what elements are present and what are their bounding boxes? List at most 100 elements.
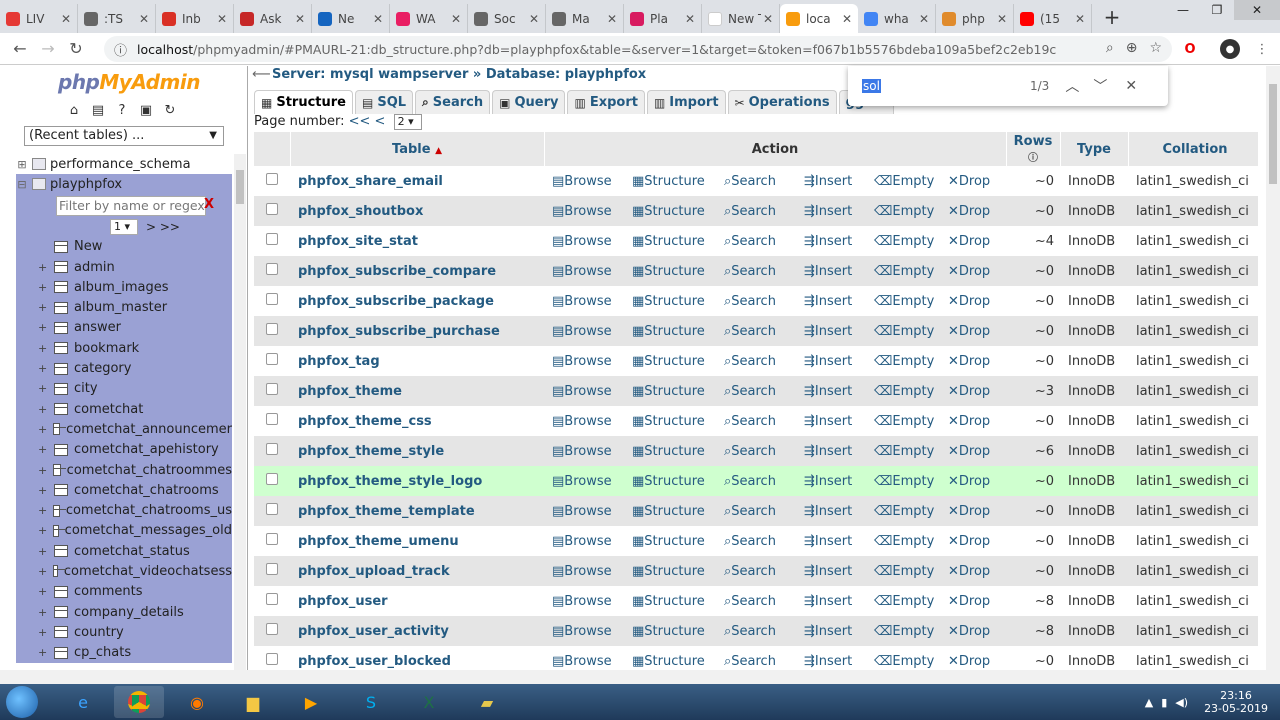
find-icon[interactable]: ⌕ [1106, 40, 1114, 56]
row-checkbox[interactable] [266, 653, 278, 665]
tab-close-icon[interactable]: ✕ [295, 12, 305, 26]
table-row[interactable]: phpfox_user_blocked ▤ Browse ▦ Structure ⌕ Sea… [254, 646, 1258, 670]
action-structure-link[interactable]: ▦ Structure [624, 474, 716, 489]
sql-query-icon[interactable]: ▤ [90, 102, 106, 118]
tree-table-item[interactable]: + cometchat_videochatsess [16, 561, 232, 581]
row-checkbox[interactable] [266, 173, 278, 185]
tree-table-item[interactable]: + cometchat_chatrooms [16, 480, 232, 500]
action-browse-link[interactable]: ▤ Browse [544, 324, 624, 339]
action-empty-link[interactable]: ⌫ Empty [866, 534, 940, 549]
app-taskbar-icon[interactable]: ▰ [462, 686, 512, 718]
table-column-header[interactable]: Table ▲ [290, 132, 545, 166]
tree-table-item[interactable]: + cp_chats [16, 643, 232, 663]
tab-close-icon[interactable]: ✕ [451, 12, 461, 26]
browser-tab[interactable]: New Ta✕ [702, 4, 780, 33]
action-browse-link[interactable]: ▤ Browse [544, 534, 624, 549]
action-insert-link[interactable]: ⇶ Insert [796, 654, 866, 669]
tab-close-icon[interactable]: ✕ [373, 12, 383, 26]
collation-column-header[interactable]: Collation [1128, 132, 1259, 166]
expand-icon[interactable]: + [38, 443, 48, 456]
row-checkbox[interactable] [266, 503, 278, 515]
action-search-link[interactable]: ⌕ Search [716, 384, 796, 399]
expand-icon[interactable]: + [38, 606, 48, 619]
network-icon[interactable]: ▮ [1161, 696, 1167, 709]
action-insert-link[interactable]: ⇶ Insert [796, 384, 866, 399]
action-browse-link[interactable]: ▤ Browse [544, 624, 624, 639]
action-drop-link[interactable]: ✕ Drop [940, 414, 1006, 429]
table-row[interactable]: phpfox_subscribe_purchase ▤ Browse ▦ Structu… [254, 316, 1258, 346]
recent-tables-select[interactable]: (Recent tables) ... ▼ [24, 126, 224, 146]
table-row[interactable]: phpfox_theme_umenu ▤ Browse ▦ Structure ⌕ Sear… [254, 526, 1258, 556]
opera-extension-icon[interactable]: O [1180, 39, 1200, 59]
media-player-taskbar-icon[interactable]: ▶ [286, 686, 336, 718]
tab-close-icon[interactable]: ✕ [139, 12, 149, 26]
tree-item-new[interactable]: New [16, 237, 232, 257]
breadcrumb-server[interactable]: Server: mysql wampserver [272, 67, 468, 82]
action-empty-link[interactable]: ⌫ Empty [866, 594, 940, 609]
action-search-link[interactable]: ⌕ Search [716, 654, 796, 669]
tree-table-item[interactable]: + cometchat_announcemer [16, 419, 232, 439]
action-structure-link[interactable]: ▦ Structure [624, 294, 716, 309]
page-select[interactable]: 1 ▾ [110, 218, 138, 235]
action-structure-link[interactable]: ▦ Structure [624, 324, 716, 339]
action-drop-link[interactable]: ✕ Drop [940, 534, 1006, 549]
tree-table-item[interactable]: + category [16, 358, 232, 378]
tree-table-item[interactable]: + comments [16, 582, 232, 602]
expand-icon[interactable]: + [38, 403, 48, 416]
browser-tab[interactable]: Inb ✕ [156, 4, 234, 33]
help-icon[interactable]: ⓘ [1028, 153, 1038, 164]
row-checkbox[interactable] [266, 353, 278, 365]
expand-icon[interactable]: + [38, 484, 48, 497]
minimize-button[interactable]: — [1166, 0, 1200, 20]
row-checkbox[interactable] [266, 443, 278, 455]
action-search-link[interactable]: ⌕ Search [716, 294, 796, 309]
expand-icon[interactable]: + [38, 362, 48, 375]
action-search-link[interactable]: ⌕ Search [716, 594, 796, 609]
action-search-link[interactable]: ⌕ Search [716, 174, 796, 189]
action-empty-link[interactable]: ⌫ Empty [866, 204, 940, 219]
table-name-link[interactable]: phpfox_site_stat [290, 226, 544, 256]
browser-tab[interactable]: WA ✕ [390, 4, 468, 33]
action-insert-link[interactable]: ⇶ Insert [796, 174, 866, 189]
tree-table-item[interactable]: + cometchat_apehistory [16, 440, 232, 460]
table-name-link[interactable]: phpfox_upload_track [290, 556, 544, 586]
action-empty-link[interactable]: ⌫ Empty [866, 354, 940, 369]
expand-icon[interactable]: + [38, 626, 48, 639]
expand-icon[interactable]: + [38, 423, 47, 436]
row-checkbox[interactable] [266, 563, 278, 575]
action-drop-link[interactable]: ✕ Drop [940, 354, 1006, 369]
action-drop-link[interactable]: ✕ Drop [940, 324, 1006, 339]
table-row[interactable]: phpfox_theme_css ▤ Browse ▦ Structure ⌕ Search… [254, 406, 1258, 436]
back-button[interactable]: ← [6, 35, 34, 63]
type-column-header[interactable]: Type [1060, 132, 1129, 166]
row-checkbox[interactable] [266, 203, 278, 215]
clear-filter-button[interactable]: X [204, 197, 214, 212]
action-drop-link[interactable]: ✕ Drop [940, 474, 1006, 489]
tree-table-item[interactable]: + cometchat_status [16, 541, 232, 561]
table-row[interactable]: phpfox_theme_template ▤ Browse ▦ Structure ⌕ S… [254, 496, 1258, 526]
row-checkbox[interactable] [266, 263, 278, 275]
table-row[interactable]: phpfox_theme_style ▤ Browse ▦ Structure ⌕ Sear… [254, 436, 1258, 466]
action-empty-link[interactable]: ⌫ Empty [866, 264, 940, 279]
action-structure-link[interactable]: ▦ Structure [624, 204, 716, 219]
docs-icon[interactable]: ▣ [138, 102, 154, 118]
table-name-link[interactable]: phpfox_user_activity [290, 616, 544, 646]
table-row[interactable]: phpfox_upload_track ▤ Browse ▦ Structure ⌕ Sea… [254, 556, 1258, 586]
action-insert-link[interactable]: ⇶ Insert [796, 234, 866, 249]
table-row[interactable]: phpfox_subscribe_compare ▤ Browse ▦ Structur… [254, 256, 1258, 286]
nav-scroll-thumb[interactable] [236, 170, 244, 204]
action-empty-link[interactable]: ⌫ Empty [866, 234, 940, 249]
action-drop-link[interactable]: ✕ Drop [940, 504, 1006, 519]
action-browse-link[interactable]: ▤ Browse [544, 264, 624, 279]
address-bar[interactable]: ⓘ localhost/phpmyadmin/#PMAURL-21:db_str… [104, 36, 1172, 62]
expand-icon[interactable]: + [38, 565, 47, 578]
action-structure-link[interactable]: ▦ Structure [624, 234, 716, 249]
home-icon[interactable]: ⌂ [66, 102, 82, 118]
browser-tab[interactable]: Ask ✕ [234, 4, 312, 33]
action-browse-link[interactable]: ▤ Browse [544, 474, 624, 489]
action-structure-link[interactable]: ▦ Structure [624, 264, 716, 279]
action-insert-link[interactable]: ⇶ Insert [796, 264, 866, 279]
action-drop-link[interactable]: ✕ Drop [940, 594, 1006, 609]
table-name-link[interactable]: phpfox_subscribe_compare [290, 256, 544, 286]
excel-taskbar-icon[interactable]: X [404, 686, 454, 718]
